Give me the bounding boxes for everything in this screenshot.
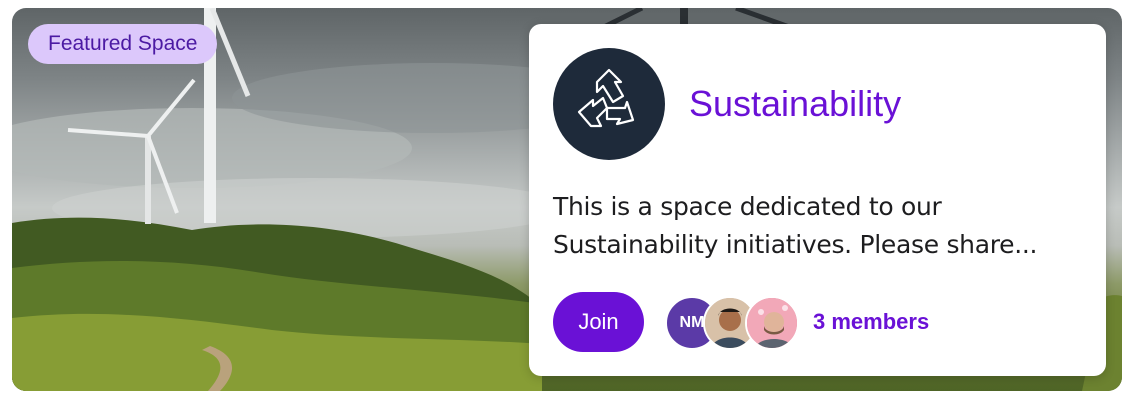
space-description: This is a space dedicated to our Sustain… xyxy=(553,188,1083,264)
space-description-line: Sustainability initiatives. Please share… xyxy=(553,230,1038,259)
person-photo-icon xyxy=(747,298,797,348)
join-button[interactable]: Join xyxy=(553,292,644,352)
members-count-link[interactable]: 3 members xyxy=(813,306,929,338)
recycle-icon xyxy=(577,68,635,128)
space-card: Sustainability This is a space dedicated… xyxy=(529,24,1106,376)
space-logo[interactable] xyxy=(553,48,665,160)
avatar xyxy=(745,296,799,350)
member-avatars[interactable]: NM xyxy=(665,296,801,350)
space-description-line: This is a space dedicated to our xyxy=(553,192,942,221)
featured-space-badge: Featured Space xyxy=(28,24,218,64)
space-title[interactable]: Sustainability xyxy=(689,80,901,128)
